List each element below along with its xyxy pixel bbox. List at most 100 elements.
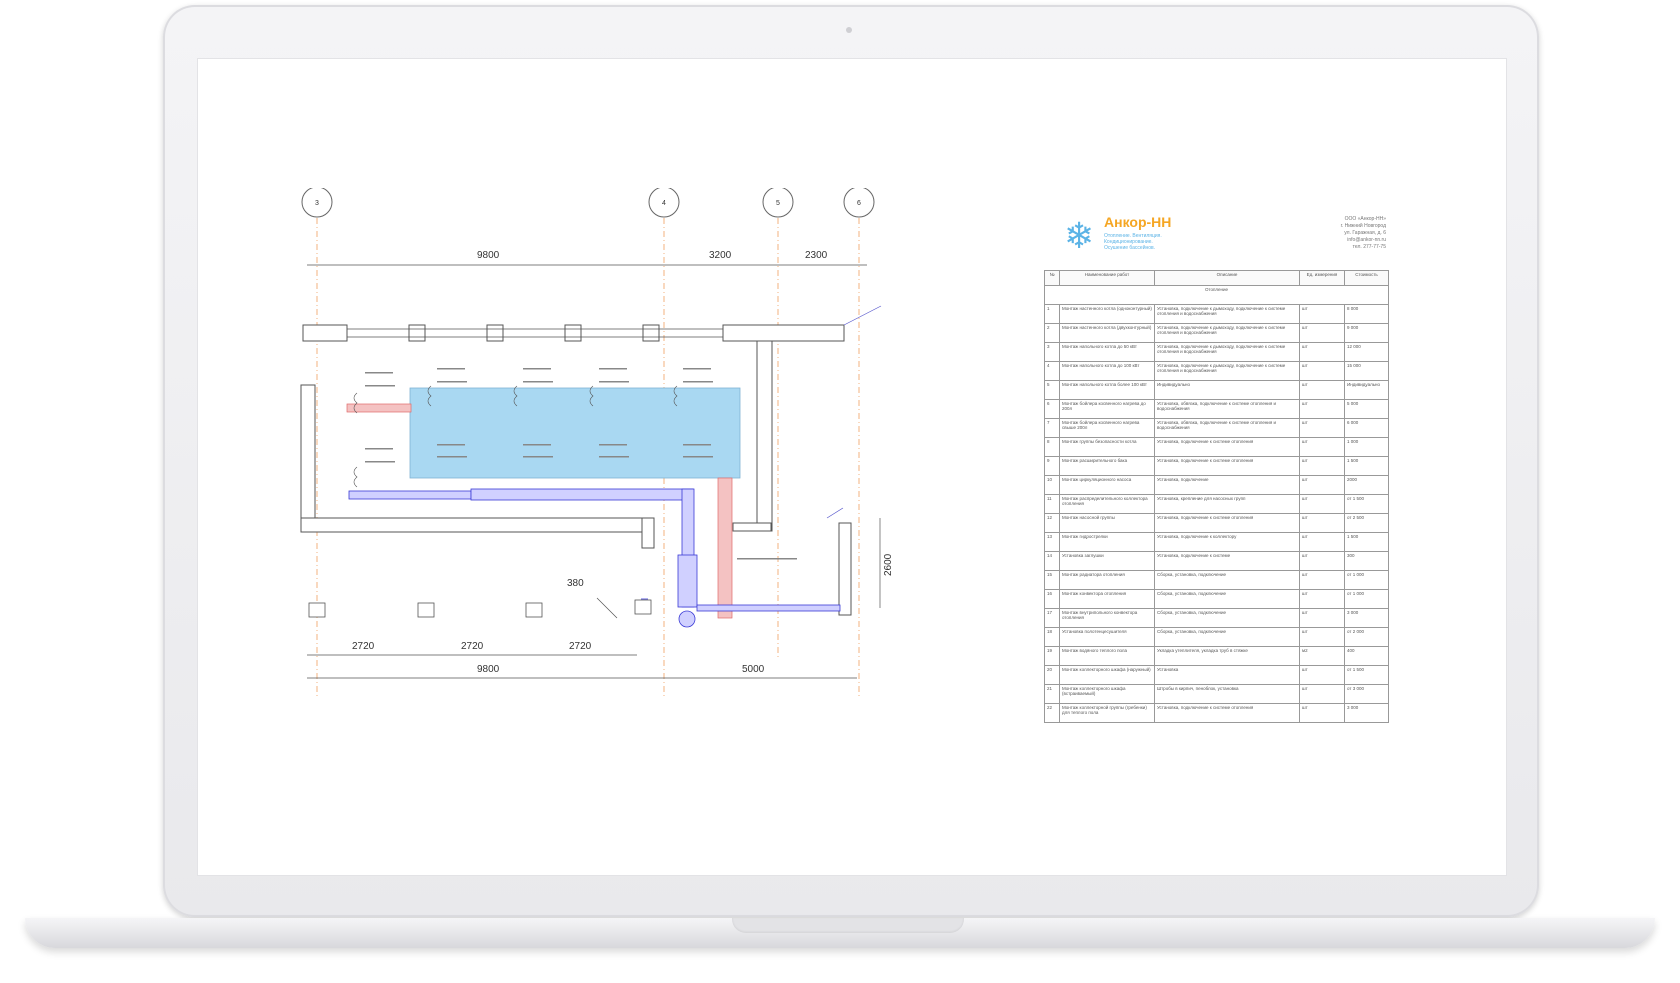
table-row: 6 Монтаж бойлера косвенного нагрева до 20… (1044, 399, 1389, 419)
table-cell-desc: Сборка, установка, подключение (1154, 627, 1300, 647)
table-cell-price: 1 500 (1344, 456, 1389, 476)
table-cell-name: Монтаж распределительного коллектора ото… (1059, 494, 1155, 514)
table-cell-name: Монтаж настенного котла (двухконтурный) (1059, 323, 1155, 343)
dim-label: 380 (567, 578, 584, 589)
table-cell-name: Монтаж бойлера косвенного нагрева свыше … (1059, 418, 1155, 438)
table-cell-n: 13 (1044, 532, 1060, 552)
column-header: Ед. измерения (1299, 270, 1345, 286)
company-info: ООО «Анкор-НН» г. Нижний Новгород ул. Га… (1341, 216, 1386, 251)
table-cell-unit: шт (1299, 323, 1345, 343)
table-cell-n: 18 (1044, 627, 1060, 647)
table-row: 4 Монтаж напольного котла до 100 кВт Устан… (1044, 361, 1389, 381)
table-cell-desc: Сборка, установка, подключение (1154, 570, 1300, 590)
table-row: 1 Монтаж настенного котла (одноконтурный)… (1044, 304, 1389, 324)
table-cell-desc: Установка (1154, 665, 1300, 685)
company-line: ООО «Анкор-НН» (1344, 216, 1386, 222)
table-row: 19 Монтаж водяного теплого пола Укладка ут… (1044, 646, 1389, 666)
table-cell-n: 21 (1044, 684, 1060, 704)
table-cell-n: 19 (1044, 646, 1060, 666)
table-cell-name: Монтаж водяного теплого пола (1059, 646, 1155, 666)
table-cell-desc: Установка, крепление для насосных групп (1154, 494, 1300, 514)
table-cell-price: от 1 500 (1344, 494, 1389, 514)
price-table: № Наименование работ Описание Ед. измере… (1044, 270, 1389, 723)
table-row: 21 Монтаж коллекторного шкафа (встраиваем… (1044, 684, 1389, 704)
table-cell-n: 7 (1044, 418, 1060, 438)
table-cell-desc: Установка, подключение к системе отоплен… (1154, 703, 1300, 723)
table-cell-n: 2 (1044, 323, 1060, 343)
table-row: 18 Установка полотенцесушителя Сборка, уст… (1044, 627, 1389, 647)
table-row: 15 Монтаж радиатора отопления Сборка, уста… (1044, 570, 1389, 590)
table-cell-unit: шт (1299, 703, 1345, 723)
pool (409, 387, 741, 479)
table-cell-unit: шт (1299, 608, 1345, 628)
logo-tag: Осушение бассейнов. (1104, 245, 1156, 251)
table-row: 17 Монтаж внутрипольного конвектора отопл… (1044, 608, 1389, 628)
table-cell-unit: шт (1299, 437, 1345, 457)
table-cell-desc: Установка, подключение к системе отоплен… (1154, 456, 1300, 476)
table-row: 12 Монтаж насосной группы Установка, подкл… (1044, 513, 1389, 533)
table-cell-price: 5 000 (1344, 399, 1389, 419)
table-cell-name: Монтаж напольного котла до 100 кВт (1059, 361, 1155, 381)
table-cell-desc: Установка, подключение к дымоходу, подкл… (1154, 304, 1300, 324)
table-cell-n: 6 (1044, 399, 1060, 419)
table-cell-unit: шт (1299, 570, 1345, 590)
table-cell-desc: Установка, обвязка, подключение к систем… (1154, 399, 1300, 419)
table-cell-desc: Установка, подключение к системе отоплен… (1154, 437, 1300, 457)
company-line: ул. Гаражная, д. 6 (1344, 230, 1386, 236)
table-cell-price: 2000 (1344, 475, 1389, 495)
table-cell-unit: шт (1299, 304, 1345, 324)
table-row: 8 Монтаж группы безопасности котла Установ… (1044, 437, 1389, 457)
logo-header: ❄ Анкор-НН Отопление. Вентиляция. Кондиц… (1044, 200, 1394, 256)
table-cell-name: Монтаж коллекторного шкафа (встраиваемый… (1059, 684, 1155, 704)
axis-label: 4 (662, 200, 666, 207)
table-cell-desc: Установка, обвязка, подключение к систем… (1154, 418, 1300, 438)
table-row: 20 Монтаж коллекторного шкафа (наружный) У… (1044, 665, 1389, 685)
table-row: 22 Монтаж коллекторной группы (гребенки) … (1044, 703, 1389, 723)
table-row: 11 Монтаж распределительного коллектора о… (1044, 494, 1389, 514)
dim-label: 2720 (569, 641, 592, 652)
table-cell-unit: шт (1299, 494, 1345, 514)
laptop-notch (732, 918, 964, 933)
logo-tagline: Отопление. Вентиляция. Кондиционирование… (1104, 233, 1184, 251)
table-cell-unit: шт (1299, 456, 1345, 476)
table-cell-name: Монтаж насосной группы (1059, 513, 1155, 533)
dim-label: 3200 (709, 250, 732, 261)
company-line: info@ankor-nn.ru (1347, 237, 1386, 243)
price-list-sheet: ❄ Анкор-НН Отопление. Вентиляция. Кондиц… (1044, 200, 1394, 723)
dim-label: 2720 (352, 641, 375, 652)
section-title: Отопление (1044, 285, 1389, 305)
table-cell-desc: Установка, подключение к системе отоплен… (1154, 513, 1300, 533)
table-cell-price: 15 000 (1344, 361, 1389, 381)
table-cell-n: 1 (1044, 304, 1060, 324)
table-cell-price: от 2 500 (1344, 513, 1389, 533)
table-cell-unit: шт (1299, 380, 1345, 400)
table-cell-desc: Установка, подключение к дымоходу, подкл… (1154, 342, 1300, 362)
table-cell-n: 8 (1044, 437, 1060, 457)
laptop-screen: 3 4 5 6 9800 3200 2300 2720 2720 2720 98… (197, 58, 1507, 876)
table-cell-price: 3 000 (1344, 703, 1389, 723)
table-row: 14 Установка заглушки Установка, подключен… (1044, 551, 1389, 571)
table-cell-unit: шт (1299, 532, 1345, 552)
dim-lines-bottom (307, 518, 881, 679)
table-cell-unit: шт (1299, 361, 1345, 381)
axis-label: 5 (776, 200, 780, 207)
table-cell-price: 300 (1344, 551, 1389, 571)
table-cell-price: Индивидуально (1344, 380, 1389, 400)
dim-label: 2300 (805, 250, 828, 261)
table-cell-n: 12 (1044, 513, 1060, 533)
table-cell-price: 8 000 (1344, 304, 1389, 324)
table-cell-price: 1 000 (1344, 437, 1389, 457)
table-cell-unit: шт (1299, 589, 1345, 609)
table-cell-name: Монтаж группы безопасности котла (1059, 437, 1155, 457)
company-line: г. Нижний Новгород (1340, 223, 1386, 229)
table-cell-desc: Установка, подключение (1154, 475, 1300, 495)
table-cell-desc: Установка, подключение к дымоходу, подкл… (1154, 323, 1300, 343)
table-cell-unit: шт (1299, 513, 1345, 533)
table-cell-n: 20 (1044, 665, 1060, 685)
section-row: Отопление (1044, 285, 1389, 305)
table-body: Отопление 1 Монтаж настенного котла (одно… (1044, 285, 1389, 723)
table-cell-unit: шт (1299, 399, 1345, 419)
table-cell-name: Монтаж напольного котла более 100 кВт (1059, 380, 1155, 400)
table-cell-unit: шт (1299, 627, 1345, 647)
floor-plan-drawing: 3 4 5 6 9800 3200 2300 2720 2720 2720 98… (300, 188, 894, 698)
